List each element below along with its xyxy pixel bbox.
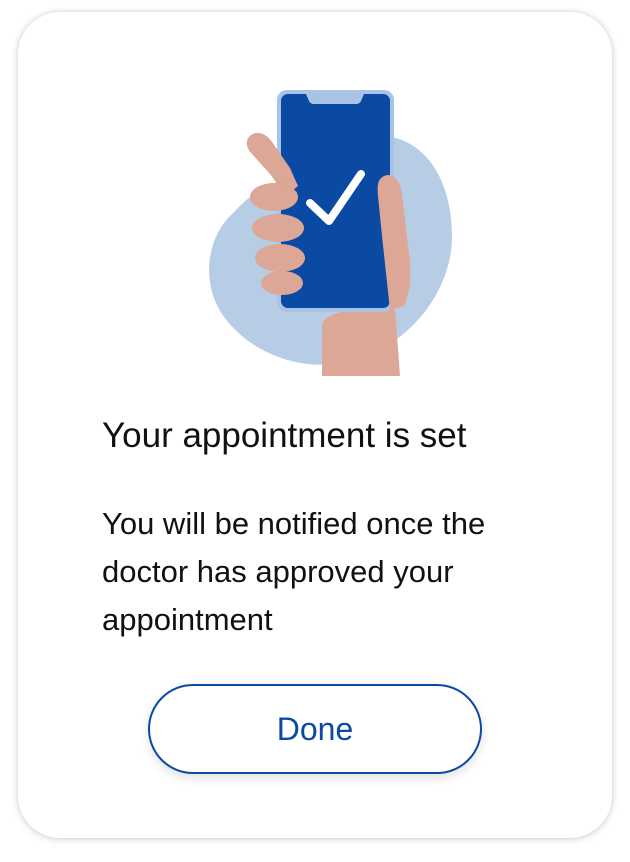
hand-finger-1 xyxy=(250,183,298,211)
dialog-title: Your appointment is set xyxy=(102,416,467,455)
dialog-message: You will be notified once the doctor has… xyxy=(102,506,486,637)
appointment-confirmed-illustration xyxy=(190,76,458,376)
phone-notch xyxy=(306,94,364,104)
hand-finger-3 xyxy=(255,244,305,272)
confirmation-dialog: Your appointment is set You will be noti… xyxy=(18,12,612,838)
done-button[interactable]: Done xyxy=(148,684,482,774)
hand-finger-4 xyxy=(261,271,303,295)
hand-finger-2 xyxy=(252,214,304,242)
hand-holding-phone-checkmark-icon xyxy=(209,90,452,376)
